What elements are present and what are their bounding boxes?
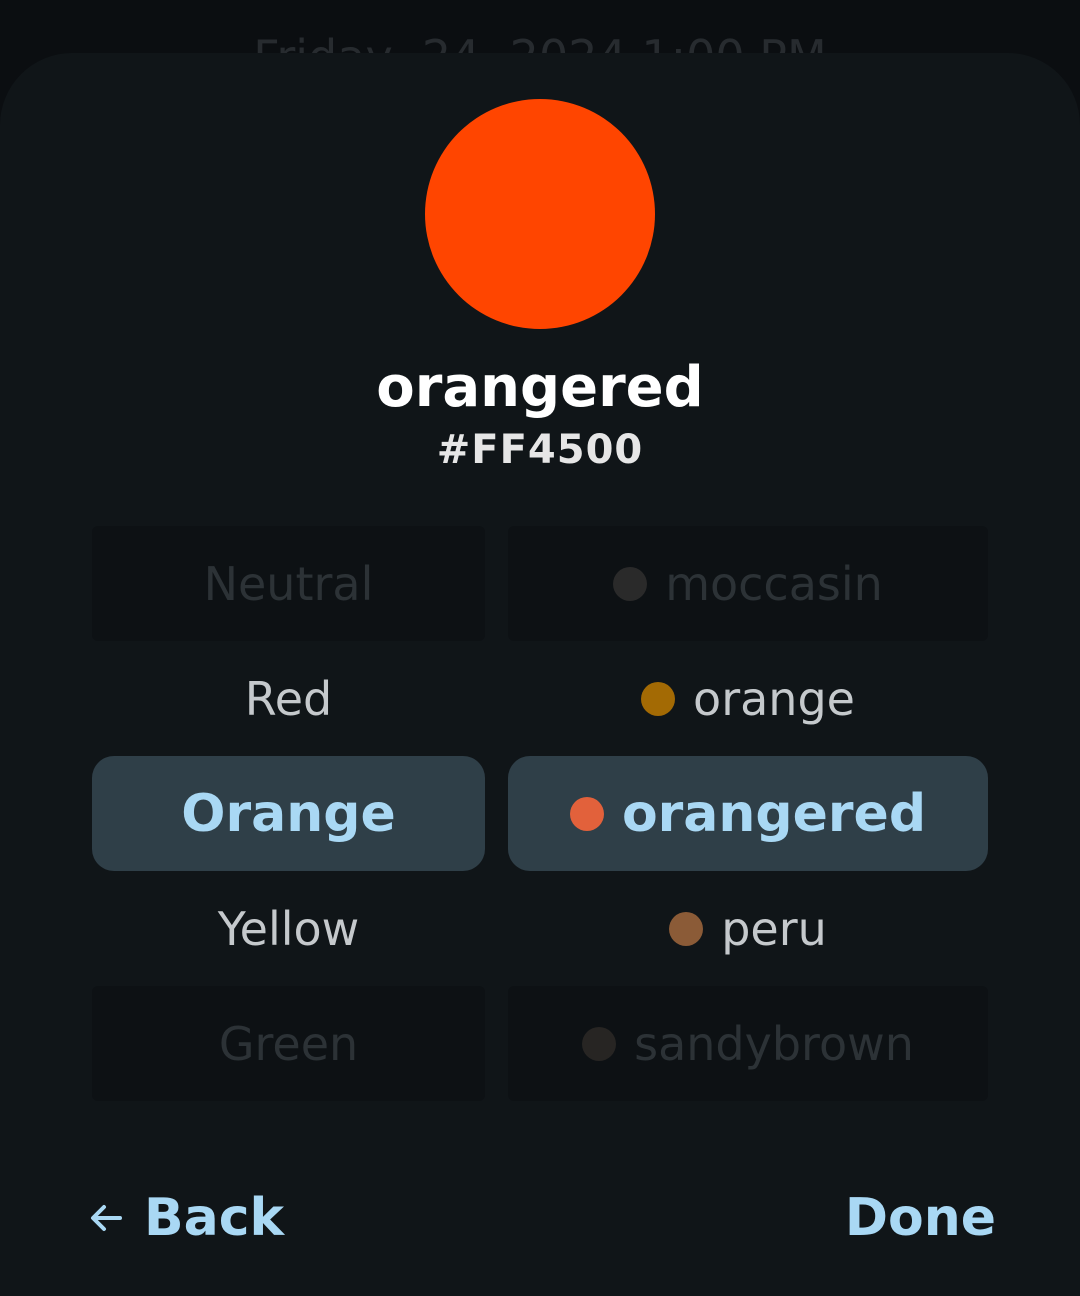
color-name-picker[interactable]: moccasin orange orangered peru sandybrow… [508,526,988,1101]
color-family-picker[interactable]: Neutral Red Orange Yellow Green [92,526,485,1101]
color-item-label: peru [721,901,827,956]
color-item-label: orange [693,671,855,726]
selected-color-hex: #FF4500 [436,427,644,473]
family-item-green[interactable]: Green [92,986,485,1101]
color-swatch [425,99,655,329]
back-button[interactable]: Back [86,1183,284,1253]
color-dot-icon [569,796,604,831]
color-item-peru[interactable]: peru [508,871,988,986]
color-dot-icon [613,566,648,601]
family-item-red[interactable]: Red [92,641,485,756]
family-item-yellow[interactable]: Yellow [92,871,485,986]
back-button-label: Back [144,1188,285,1248]
color-picker-sheet: orangered #FF4500 Neutral Red Orange Yel… [0,53,1080,1296]
done-button[interactable]: Done [845,1183,996,1253]
color-dot-icon [582,1026,617,1061]
family-item-neutral[interactable]: Neutral [92,526,485,641]
color-item-orange[interactable]: orange [508,641,988,756]
done-button-label: Done [844,1188,996,1248]
selected-color-name: orangered [376,355,704,420]
color-item-label: moccasin [665,556,883,611]
family-item-orange-selected[interactable]: Orange [92,756,485,871]
arrow-left-icon [91,1205,122,1231]
color-item-sandybrown[interactable]: sandybrown [508,986,988,1101]
color-item-moccasin[interactable]: moccasin [508,526,988,641]
color-item-label: sandybrown [634,1016,914,1071]
color-dot-icon [669,911,704,946]
color-dot-icon [641,681,676,716]
color-item-label: orangered [621,783,927,844]
color-item-orangered-selected[interactable]: orangered [508,756,988,871]
